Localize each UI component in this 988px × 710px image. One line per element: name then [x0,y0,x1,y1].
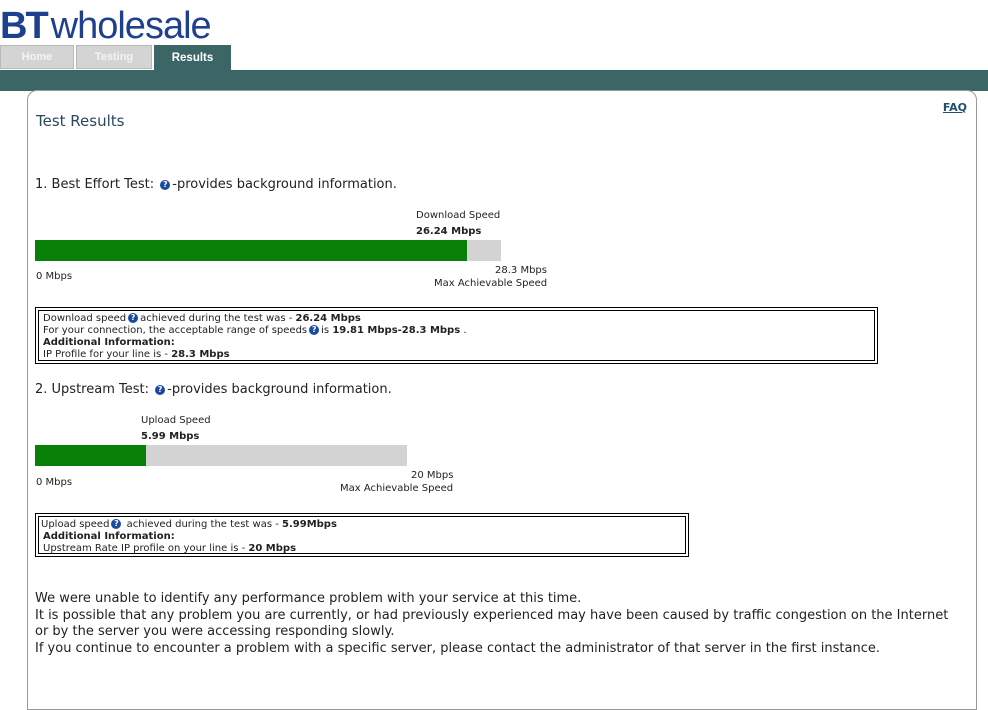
upstream-heading: 2. Upstream Test: ? -provides background … [35,382,392,397]
best-effort-heading: 1. Best Effort Test: ? -provides backgrou… [35,177,397,192]
bt-wholesale-logo: BT wholesale [0,5,212,47]
help-icon[interactable]: ? [111,519,122,529]
upload-max-label: Max Achievable Speed [340,483,454,494]
help-icon[interactable]: ? [160,179,171,190]
download-speed-label: Download Speed [416,210,501,221]
help-icon[interactable]: ? [155,384,166,395]
download-speed-meter [35,240,501,261]
page-title: Test Results [36,112,125,130]
upstream-heading-suffix: -provides background information. [167,382,392,397]
logo-bt: BT [0,5,49,47]
ip-profile-label: IP Profile for your line is - [43,349,172,360]
results-panel: FAQ Test Results 1. Best Effort Test: ? -… [27,90,977,710]
download-additional-info-heading: Additional Information: [43,337,175,348]
tab-results[interactable]: Results [154,45,231,71]
download-info-line1-text: Download speed [43,313,127,324]
upload-info-line1-text: Upload speed [41,519,110,530]
download-info-line2-end: . [460,325,467,336]
download-info-line2-mid: is [321,325,333,336]
upload-speed-meter [35,445,407,466]
upload-info-line1: Upload speed? achieved during the test w… [41,519,681,531]
nav-tabs: Home Testing Results [0,45,231,71]
summary-p2: It is possible that any problem you are … [35,607,949,640]
tab-testing[interactable]: Testing [76,45,152,69]
best-effort-heading-suffix: -provides background information. [172,177,397,192]
help-icon[interactable]: ? [128,313,139,323]
acceptable-range-value: 19.81 Mbps-28.3 Mbps [332,325,461,336]
download-speed-value: 26.24 Mbps [416,226,482,237]
download-speed-fill [35,240,467,261]
download-max-value: 28.3 Mbps [495,265,547,276]
upload-max-value: 20 Mbps [411,470,454,481]
summary-p3: If you continue to encounter a problem w… [35,640,880,656]
download-info-line2: For your connection, the acceptable rang… [43,325,870,337]
logo-wholesale: wholesale [50,5,212,47]
upload-additional-info-heading: Additional Information: [43,531,175,542]
upload-speed-label: Upload Speed [141,415,211,426]
help-icon[interactable]: ? [309,325,320,335]
download-info-line1-mid: achieved during the test was - [140,313,296,324]
summary-p1: We were unable to identify any performan… [35,591,582,606]
upload-speed-value: 5.99 Mbps [141,431,200,442]
tab-home[interactable]: Home [0,45,74,69]
download-info-line1: Download speed? achieved during the test … [43,313,870,325]
upload-achieved-value: 5.99Mbps [282,519,337,530]
download-min-label: 0 Mbps [36,271,73,282]
ip-profile-value: 28.3 Mbps [171,349,230,360]
upstream-ip-profile-value: 20 Mbps [248,543,297,554]
download-info-box: Download speed? achieved during the test … [35,307,878,364]
best-effort-heading-prefix: 1. Best Effort Test: [35,177,155,192]
upload-info-line1-mid: achieved during the test was - [123,519,283,530]
download-achieved-value: 26.24 Mbps [295,313,361,324]
download-max-label: Max Achievable Speed [434,278,548,289]
upstream-heading-prefix: 2. Upstream Test: [35,382,149,397]
upload-min-label: 0 Mbps [36,477,73,488]
upload-speed-fill [35,445,147,466]
upload-info-line3: Upstream Rate IP profile on your line is… [41,543,681,555]
upstream-ip-profile-label: Upstream Rate IP profile on your line is… [43,543,249,554]
download-info-line2-text: For your connection, the acceptable rang… [43,325,308,336]
upload-info-box: Upload speed? achieved during the test w… [35,513,689,557]
download-info-line4: IP Profile for your line is - 28.3 Mbps [43,349,870,361]
faq-link[interactable]: FAQ [943,101,967,114]
header-bar [0,70,988,91]
summary-text: We were unable to identify any performan… [35,591,955,657]
